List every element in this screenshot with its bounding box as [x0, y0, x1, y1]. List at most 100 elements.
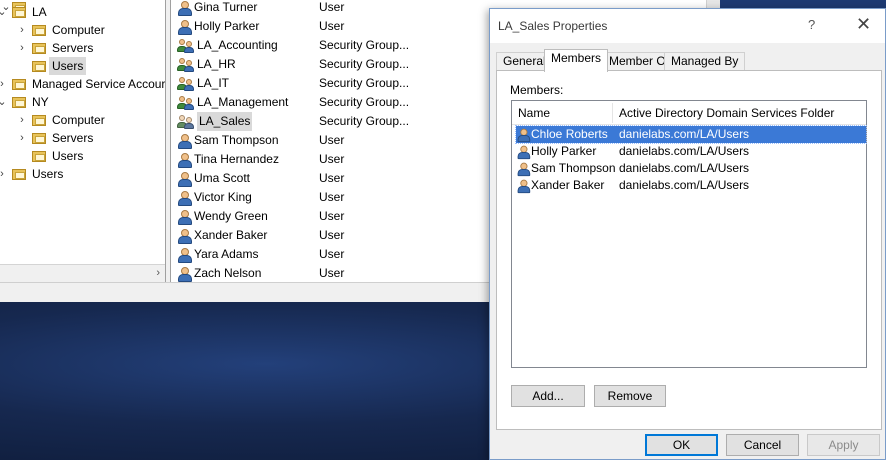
folder-icon: [12, 168, 26, 180]
column-divider[interactable]: [612, 103, 613, 123]
user-icon: [177, 190, 192, 206]
tree-item-label: LA: [32, 5, 47, 19]
folder-icon: [12, 96, 26, 108]
object-name: Gina Turner: [177, 0, 319, 17]
folder-icon: [32, 60, 46, 72]
user-icon: [517, 145, 531, 160]
member-row[interactable]: Xander Baker danielabs.com/LA/Users: [516, 177, 866, 194]
member-row[interactable]: Holly Parker danielabs.com/LA/Users: [516, 143, 866, 160]
member-folder: danielabs.com/LA/Users: [619, 178, 750, 192]
object-name-label: LA_Sales: [197, 112, 253, 131]
chevron-right-icon[interactable]: ›: [16, 39, 28, 57]
object-name-label: LA_IT: [197, 76, 230, 90]
tree-item[interactable]: › Servers: [16, 39, 93, 57]
tree-item-label: Computer: [52, 113, 105, 127]
member-folder: danielabs.com/LA/Users: [619, 161, 750, 175]
object-type: User: [319, 190, 345, 204]
tree-item[interactable]: Users: [16, 147, 83, 165]
object-type: User: [319, 19, 345, 33]
object-name: Zach Nelson: [177, 264, 319, 282]
tree-item[interactable]: › Managed Service Accour: [0, 75, 165, 93]
cancel-button[interactable]: Cancel: [726, 434, 799, 456]
chevron-right-icon[interactable]: ›: [16, 111, 28, 129]
member-name-cell: Xander Baker: [516, 177, 619, 194]
user-icon: [177, 133, 192, 149]
tree-item-label: Users: [52, 149, 84, 163]
tree-item-label: NY: [32, 95, 49, 109]
tab-managed-by[interactable]: Managed By: [664, 52, 746, 71]
user-icon: [177, 228, 192, 244]
object-name: Sam Thompson: [177, 131, 319, 150]
chevron-right-icon[interactable]: ›: [16, 129, 28, 147]
tree-item[interactable]: Users: [16, 57, 87, 75]
remove-button[interactable]: Remove: [594, 385, 666, 407]
object-type: User: [319, 152, 345, 166]
properties-dialog: LA_Sales Properties ? ✕ General Members …: [489, 8, 886, 460]
tree-item-label: Computer: [52, 23, 105, 37]
chevron-right-icon[interactable]: [16, 147, 28, 165]
close-icon[interactable]: ✕: [856, 14, 871, 34]
object-name: LA_Sales: [177, 112, 319, 131]
group-icon: [177, 114, 195, 129]
members-tab-panel: Members: Name Active Directory Domain Se…: [496, 70, 882, 430]
member-name-cell: Holly Parker: [516, 143, 619, 160]
object-name-label: Uma Scott: [194, 171, 251, 185]
tree-item-label: Managed Service Accour: [32, 77, 166, 91]
folder-icon: [32, 42, 46, 54]
member-row[interactable]: Chloe Roberts danielabs.com/LA/Users: [515, 125, 867, 144]
object-name-label: Tina Hernandez: [194, 152, 279, 166]
members-list[interactable]: Name Active Directory Domain Services Fo…: [511, 100, 867, 368]
object-name-label: LA_Accounting: [197, 38, 278, 52]
object-name-label: Sam Thompson: [194, 133, 279, 147]
chevron-right-icon[interactable]: ›: [0, 75, 8, 93]
member-folder: danielabs.com/LA/Users: [619, 144, 750, 158]
chevron-right-icon[interactable]: ›: [0, 165, 8, 183]
tree-horizontal-scrollbar[interactable]: ›: [0, 264, 165, 282]
chevron-down-icon[interactable]: ⌄: [0, 3, 8, 21]
add-button[interactable]: Add...: [511, 385, 585, 407]
tree-item[interactable]: › Computer: [16, 111, 105, 129]
object-type: Security Group...: [319, 57, 410, 71]
object-type: User: [319, 133, 345, 147]
column-header-folder[interactable]: Active Directory Domain Services Folder: [619, 101, 834, 125]
tree-item[interactable]: › Users: [0, 165, 63, 183]
tree-item[interactable]: ⌄ NY: [0, 93, 49, 111]
object-name: LA_IT: [177, 74, 319, 93]
scroll-right-icon[interactable]: ›: [156, 265, 160, 282]
tree-item[interactable]: ⌄ LA: [0, 3, 47, 21]
apply-button[interactable]: Apply: [807, 434, 880, 456]
object-name-label: LA_Management: [197, 95, 289, 109]
user-icon: [177, 0, 192, 16]
object-type: User: [319, 0, 345, 14]
folder-icon: [32, 150, 46, 162]
user-icon: [517, 162, 531, 177]
object-name: Yara Adams: [177, 245, 319, 264]
member-name: Holly Parker: [531, 144, 597, 158]
object-name: Wendy Green: [177, 207, 319, 226]
help-icon[interactable]: ?: [808, 17, 815, 32]
ok-button[interactable]: OK: [645, 434, 718, 456]
tab-members[interactable]: Members: [544, 49, 609, 72]
object-type: User: [319, 247, 345, 261]
object-name: Victor King: [177, 188, 319, 207]
member-folder: danielabs.com/LA/Users: [619, 127, 750, 141]
object-name: Xander Baker: [177, 226, 319, 245]
column-header-name[interactable]: Name: [518, 101, 550, 125]
member-row[interactable]: Sam Thompson danielabs.com/LA/Users: [516, 160, 866, 177]
chevron-right-icon[interactable]: [16, 57, 28, 75]
object-name-label: LA_HR: [197, 57, 236, 71]
tree-item[interactable]: › Servers: [16, 129, 93, 147]
object-name-label: Xander Baker: [194, 228, 268, 242]
chevron-down-icon[interactable]: ⌄: [0, 93, 8, 111]
folder-icon: [32, 114, 46, 126]
chevron-right-icon[interactable]: ›: [16, 21, 28, 39]
tree-item[interactable]: › Computer: [16, 21, 105, 39]
group-icon: [177, 76, 195, 91]
tree-item-label: Users: [49, 57, 87, 75]
members-list-header: Name Active Directory Domain Services Fo…: [512, 101, 866, 125]
object-name: Uma Scott: [177, 169, 319, 188]
object-type: Security Group...: [319, 114, 410, 128]
object-name-label: Holly Parker: [194, 19, 260, 33]
object-type: Security Group...: [319, 76, 410, 90]
group-icon: [177, 38, 195, 53]
